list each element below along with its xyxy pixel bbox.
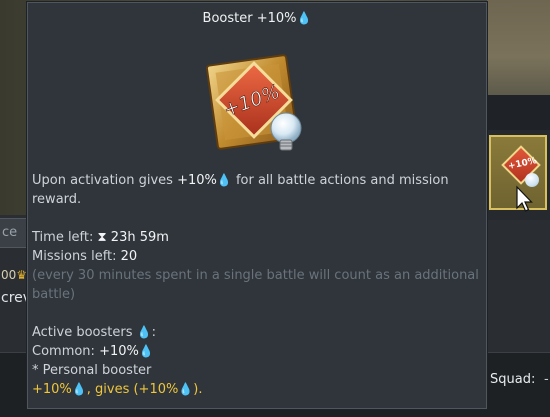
lions-icon: ♛ xyxy=(16,268,27,282)
blue-drop-icon: 💧 xyxy=(71,382,87,396)
description-line: Upon activation gives +10%💧 for all batt… xyxy=(32,173,449,188)
tooltip-body: Upon activation gives +10%💧 for all batt… xyxy=(32,171,482,399)
battle-note-2: battle) xyxy=(32,287,76,302)
common-booster-row: Common: +10%💧 xyxy=(32,344,154,359)
blue-drop-icon: 💧 xyxy=(178,382,194,396)
missions-left-row: Missions left: 20 xyxy=(32,249,138,264)
blue-drop-icon: 💧 xyxy=(136,325,152,339)
side-panel xyxy=(487,220,550,352)
squad-value: - xyxy=(544,372,549,387)
top-bar-strip xyxy=(487,95,550,130)
booster-emblem-icon: +10% xyxy=(206,54,302,151)
lightbulb-icon xyxy=(525,173,539,187)
mouse-cursor-icon xyxy=(516,185,533,212)
description-line-2: reward. xyxy=(32,192,82,207)
battle-note: (every 30 minutes spent in a single batt… xyxy=(32,268,479,283)
blue-drop-icon: 💧 xyxy=(216,173,232,187)
active-boosters-heading: Active boosters 💧: xyxy=(32,325,156,340)
hangar-background-right xyxy=(487,0,550,95)
blue-drop-icon: 💧 xyxy=(138,344,154,358)
crew-label: crev xyxy=(1,290,27,306)
squad-label: Squad: xyxy=(490,372,536,387)
blue-drop-icon: 💧 xyxy=(296,11,312,25)
personal-booster-row: +10%💧, gives (+10%💧). xyxy=(32,382,203,397)
time-left-row: Time left: ⧗ 23h 59m xyxy=(32,230,169,245)
search-field[interactable]: ce xyxy=(0,218,27,248)
personal-booster-label: * Personal booster xyxy=(32,363,152,378)
currency-value: 00♛ xyxy=(1,268,27,282)
booster-tooltip: Booster +10%💧 +10% Upon activation gives… xyxy=(27,2,487,409)
hourglass-icon: ⧗ xyxy=(97,230,107,245)
tooltip-title: Booster +10%💧 xyxy=(202,11,312,26)
